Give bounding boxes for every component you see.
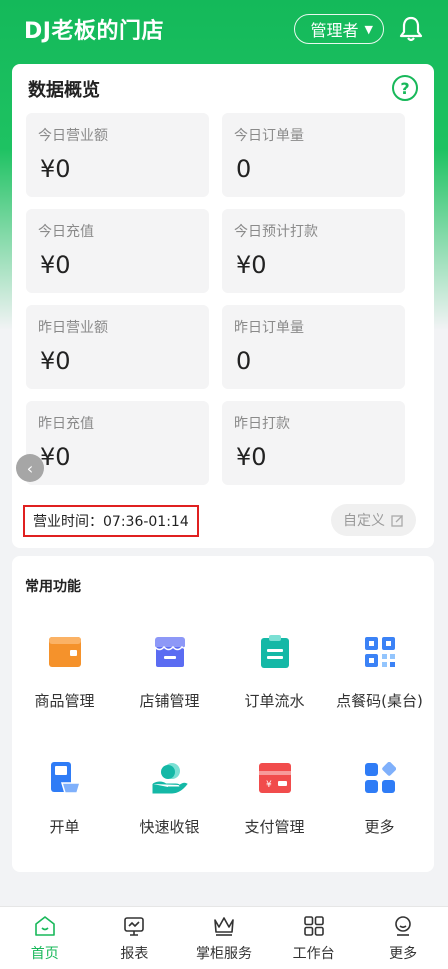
stat-value: ¥0 bbox=[40, 347, 71, 375]
function-label: 支付管理 bbox=[244, 818, 305, 836]
help-icon[interactable]: ? bbox=[392, 75, 418, 101]
stat-yesterday-orders[interactable]: 昨日订单量 0 bbox=[222, 305, 405, 389]
common-functions-card: 常用功能 商品管理 店铺管理 订单流水 点餐码(桌台) 开单 快速收银 ¥ 支付… bbox=[12, 556, 434, 872]
tab-label: 首页 bbox=[30, 946, 59, 962]
stat-today-revenue[interactable]: 今日营业额 ¥0 bbox=[26, 113, 209, 197]
stat-value: ¥0 bbox=[236, 443, 267, 471]
tab-label: 掌柜服务 bbox=[195, 946, 252, 962]
function-label: 开单 bbox=[49, 818, 80, 836]
cashier-icon bbox=[47, 760, 83, 796]
tab-report[interactable]: 报表 bbox=[90, 907, 180, 969]
bottom-tab-bar: 首页 报表 掌柜服务 工作台 更多 bbox=[0, 906, 448, 969]
function-quick-checkout[interactable]: 快速收银 bbox=[117, 760, 222, 837]
qrcode-icon bbox=[362, 634, 398, 670]
caret-down-icon: ▼ bbox=[364, 22, 373, 36]
stat-yesterday-payout[interactable]: 昨日打款 ¥0 bbox=[222, 401, 405, 485]
stat-value: ¥0 bbox=[40, 155, 71, 183]
home-icon bbox=[34, 915, 56, 937]
function-product-management[interactable]: 商品管理 bbox=[12, 634, 117, 711]
chevron-left-icon[interactable]: ‹ bbox=[16, 454, 44, 482]
stat-label: 昨日营业额 bbox=[38, 320, 108, 336]
user-more-icon bbox=[392, 915, 414, 937]
function-open-order[interactable]: 开单 bbox=[12, 760, 117, 837]
stat-value: 0 bbox=[236, 347, 252, 375]
role-label: 管理者 bbox=[310, 21, 359, 40]
function-more[interactable]: 更多 bbox=[327, 760, 432, 837]
report-icon bbox=[123, 915, 145, 937]
stat-today-expected-payout[interactable]: 今日预计打款 ¥0 bbox=[222, 209, 405, 293]
tab-manager-service[interactable]: 掌柜服务 bbox=[179, 907, 269, 969]
wallet-icon bbox=[47, 634, 83, 670]
function-label: 更多 bbox=[364, 818, 395, 836]
function-label: 商品管理 bbox=[34, 692, 95, 710]
stat-value: ¥0 bbox=[236, 251, 267, 279]
tab-label: 报表 bbox=[120, 946, 149, 962]
store-title: DJ老板的门店 bbox=[24, 19, 164, 44]
stat-today-orders[interactable]: 今日订单量 0 bbox=[222, 113, 405, 197]
functions-title: 常用功能 bbox=[25, 579, 81, 595]
tab-label: 工作台 bbox=[292, 946, 335, 962]
store-icon bbox=[152, 634, 188, 670]
stat-today-recharge[interactable]: 今日充值 ¥0 bbox=[26, 209, 209, 293]
grid-icon bbox=[303, 915, 325, 937]
svg-text:¥: ¥ bbox=[266, 780, 272, 790]
business-hours: 营业时间：07:36-01:14 bbox=[23, 505, 199, 537]
function-order-flow[interactable]: 订单流水 bbox=[222, 634, 327, 711]
stat-label: 今日预计打款 bbox=[234, 224, 318, 240]
customize-label: 自定义 bbox=[343, 513, 385, 529]
clipboard-icon bbox=[257, 634, 293, 670]
tab-more[interactable]: 更多 bbox=[358, 907, 448, 969]
card-icon: ¥ bbox=[257, 760, 293, 796]
function-label: 店铺管理 bbox=[139, 692, 200, 710]
top-header: DJ老板的门店 管理者 ▼ bbox=[0, 0, 448, 58]
stat-label: 今日订单量 bbox=[234, 128, 304, 144]
stat-label: 昨日订单量 bbox=[234, 320, 304, 336]
function-label: 点餐码(桌台) bbox=[336, 692, 423, 710]
tab-label: 更多 bbox=[389, 946, 418, 962]
stat-yesterday-revenue[interactable]: 昨日营业额 ¥0 bbox=[26, 305, 209, 389]
stat-yesterday-recharge[interactable]: 昨日充值 ¥0 bbox=[26, 401, 209, 485]
stat-label: 今日营业额 bbox=[38, 128, 108, 144]
function-label: 快速收银 bbox=[139, 818, 200, 836]
customize-button[interactable]: 自定义 bbox=[331, 504, 416, 536]
stat-label: 昨日充值 bbox=[38, 416, 94, 432]
tab-workbench[interactable]: 工作台 bbox=[269, 907, 359, 969]
function-payment-management[interactable]: ¥ 支付管理 bbox=[222, 760, 327, 837]
stat-value: ¥0 bbox=[40, 251, 71, 279]
bell-icon[interactable] bbox=[398, 15, 424, 43]
function-order-qrcode[interactable]: 点餐码(桌台) bbox=[327, 634, 432, 711]
stat-label: 今日充值 bbox=[38, 224, 94, 240]
data-overview-card: 数据概览 ? 今日营业额 ¥0 今日订单量 0 今日充值 ¥0 今日预计打款 ¥… bbox=[12, 64, 434, 548]
tab-home[interactable]: 首页 bbox=[0, 907, 90, 969]
hand-coin-icon bbox=[152, 760, 188, 796]
function-store-management[interactable]: 店铺管理 bbox=[117, 634, 222, 711]
edit-icon bbox=[391, 514, 403, 527]
stat-value: 0 bbox=[236, 155, 252, 183]
apps-icon bbox=[362, 760, 398, 796]
stat-label: 昨日打款 bbox=[234, 416, 290, 432]
function-label: 订单流水 bbox=[244, 692, 305, 710]
crown-icon bbox=[213, 915, 235, 937]
overview-title: 数据概览 bbox=[28, 80, 100, 101]
role-selector[interactable]: 管理者 ▼ bbox=[293, 14, 384, 44]
stat-value: ¥0 bbox=[40, 443, 71, 471]
